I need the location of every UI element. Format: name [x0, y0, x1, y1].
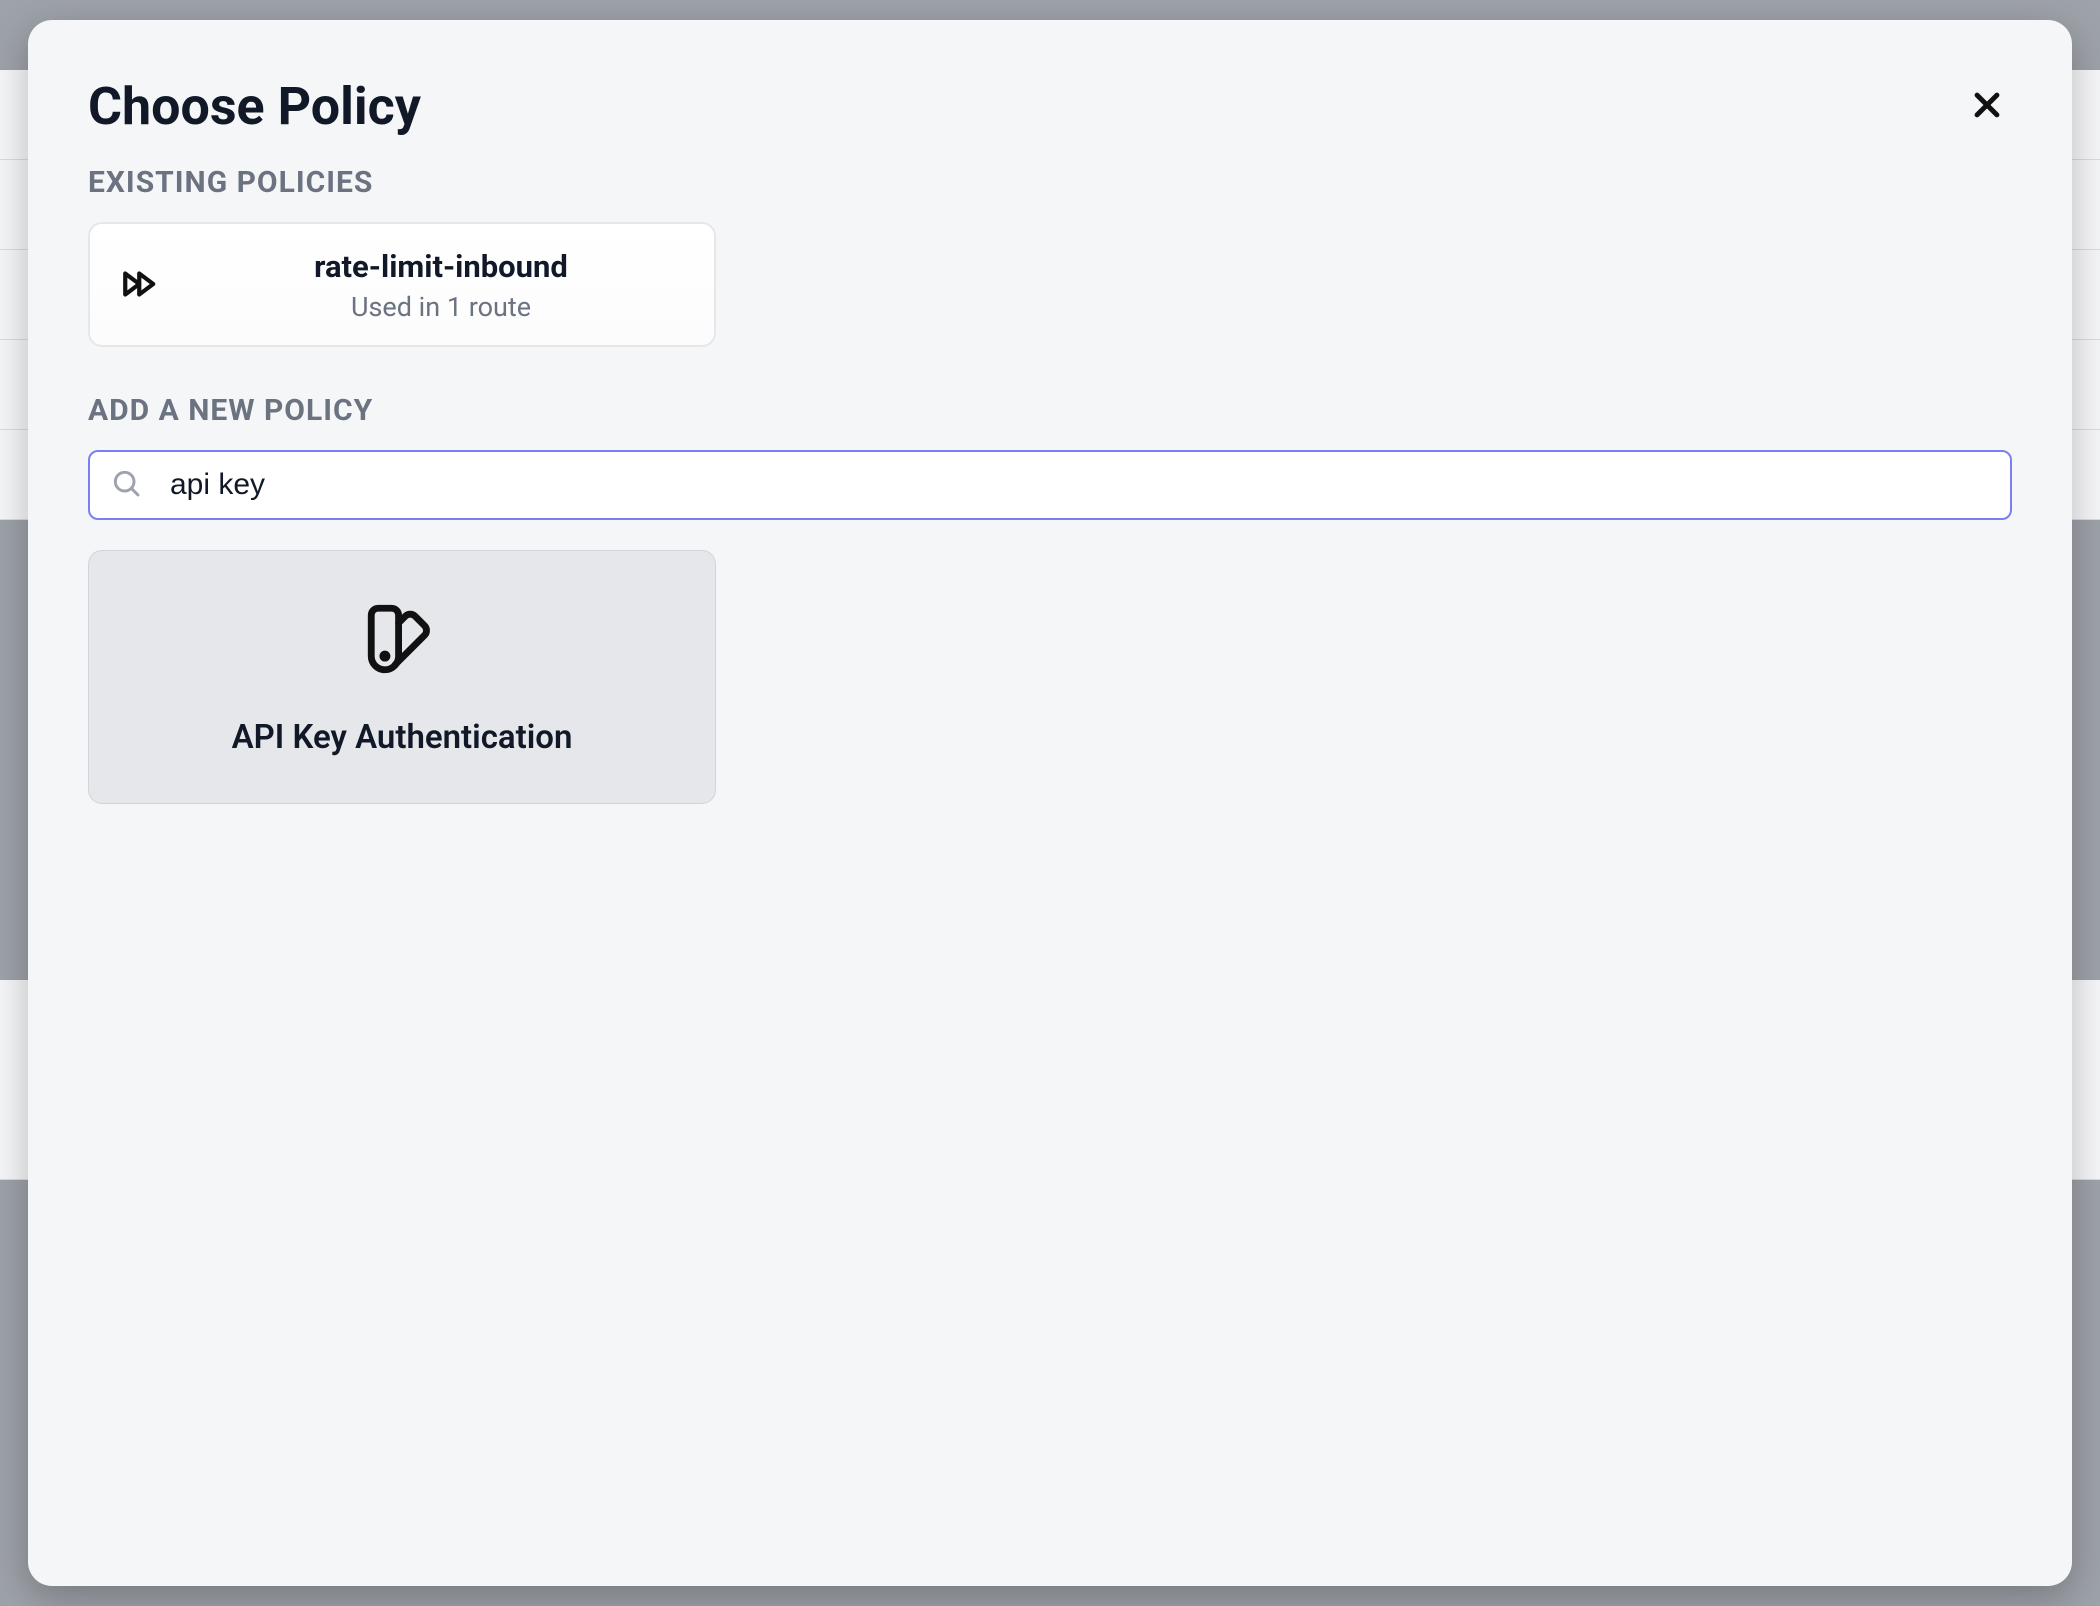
- existing-policy-text: rate-limit-inbound Used in 1 route: [198, 248, 684, 323]
- existing-policy-usage: Used in 1 route: [198, 291, 684, 323]
- add-new-policy-label: ADD A NEW POLICY: [88, 393, 2012, 428]
- modal-header: Choose Policy: [88, 76, 2012, 165]
- existing-policy-name: rate-limit-inbound: [198, 248, 684, 285]
- policy-search-input[interactable]: [88, 450, 2012, 520]
- add-new-policy-section: ADD A NEW POLICY API Key Authentication: [88, 393, 2012, 804]
- existing-policy-card[interactable]: rate-limit-inbound Used in 1 route: [88, 222, 716, 347]
- search-icon: [110, 467, 142, 503]
- policy-search-wrap: [88, 450, 2012, 520]
- fast-forward-icon: [120, 263, 162, 309]
- close-icon: [1970, 88, 2004, 122]
- policy-result-card[interactable]: API Key Authentication: [88, 550, 716, 804]
- existing-policies-section: EXISTING POLICIES rate-limit-inbound Use…: [88, 165, 2012, 347]
- existing-policies-label: EXISTING POLICIES: [88, 165, 2012, 200]
- choose-policy-modal: Choose Policy EXISTING POLICIES rate-lim…: [28, 20, 2072, 1586]
- policy-result-name: API Key Authentication: [232, 718, 573, 757]
- color-swatch-icon: [361, 598, 443, 684]
- close-button[interactable]: [1962, 80, 2012, 133]
- modal-title: Choose Policy: [88, 76, 421, 137]
